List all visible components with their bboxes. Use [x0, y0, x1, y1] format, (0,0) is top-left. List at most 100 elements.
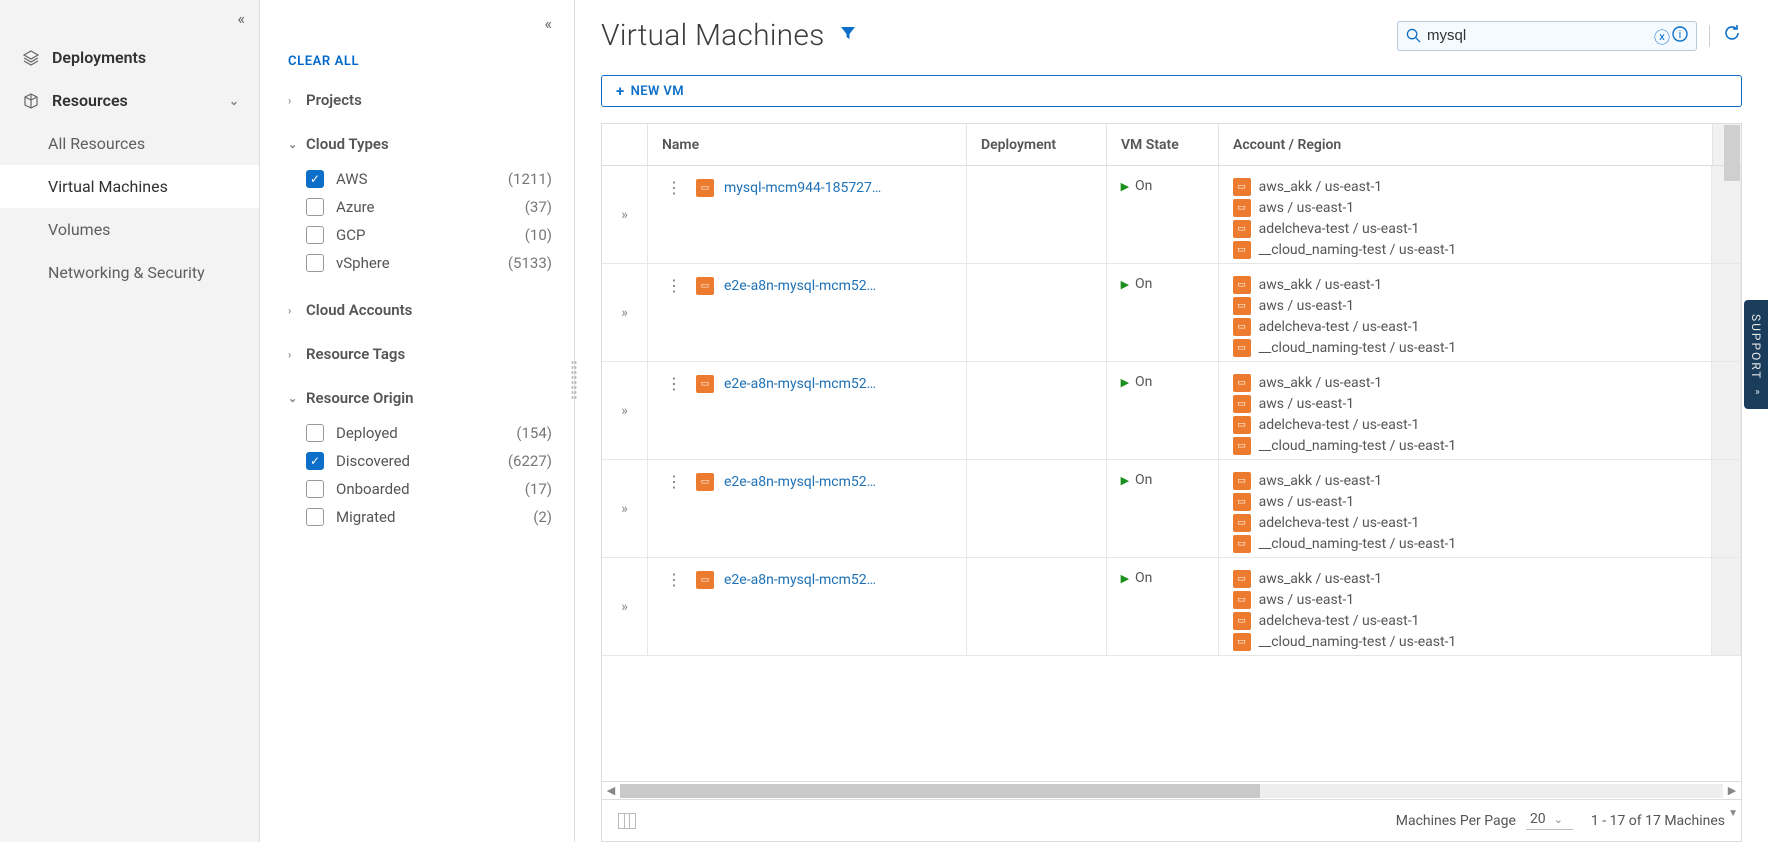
refresh-icon[interactable] — [1722, 23, 1742, 48]
filter-resource-tags-header[interactable]: › Resource Tags — [288, 339, 552, 369]
checkbox-icon — [306, 480, 324, 498]
aws-icon — [696, 277, 714, 295]
cell-deployment — [967, 558, 1107, 655]
filter-option-cloudtype-0[interactable]: ✓AWS(1211) — [306, 165, 552, 193]
vm-name-link[interactable]: e2e-a8n-mysql-mcm52… — [724, 278, 876, 294]
grid-footer: Machines Per Page 20 ⌄ 1 - 17 of 17 Mach… — [602, 799, 1741, 841]
checkbox-icon — [306, 254, 324, 272]
filter-option-count: (154) — [516, 424, 552, 442]
new-vm-label: NEW VM — [631, 84, 684, 99]
clear-all-filters[interactable]: CLEAR ALL — [288, 54, 552, 69]
expand-row-icon[interactable]: » — [602, 362, 648, 459]
search-input[interactable] — [1421, 27, 1652, 44]
resources-icon — [20, 93, 42, 109]
filter-option-count: (5133) — [508, 254, 552, 272]
nav-volumes[interactable]: Volumes — [0, 208, 259, 251]
vertical-scrollbar[interactable] — [1724, 125, 1740, 181]
nav-all-resources[interactable]: All Resources — [0, 122, 259, 165]
row-actions-icon[interactable]: ⋮ — [662, 276, 686, 295]
nav-collapse-icon[interactable]: « — [237, 9, 245, 28]
vm-name-link[interactable]: mysql-mcm944-185727… — [724, 180, 881, 196]
col-name[interactable]: Name — [648, 124, 967, 165]
filter-option-origin-3[interactable]: Migrated(2) — [306, 503, 552, 531]
account-line: aws_akk / us-east-1 — [1233, 374, 1457, 392]
vm-name-link[interactable]: e2e-a8n-mysql-mcm52… — [724, 572, 876, 588]
filter-cloud-types-header[interactable]: ⌄ Cloud Types — [288, 129, 552, 159]
nav-resources-label: Resources — [52, 91, 128, 110]
account-line: __cloud_naming-test / us-east-1 — [1233, 241, 1457, 259]
grid-row: »⋮e2e-a8n-mysql-mcm52…▶Onaws_akk / us-ea… — [602, 558, 1741, 656]
search-icon — [1406, 28, 1421, 43]
nav-virtual-machines[interactable]: Virtual Machines — [0, 165, 259, 208]
nav-deployments[interactable]: Deployments — [0, 36, 259, 79]
col-vm-state[interactable]: VM State — [1107, 124, 1219, 165]
nav-resources[interactable]: Resources ⌄ — [0, 79, 259, 122]
row-actions-icon[interactable]: ⋮ — [662, 178, 686, 197]
expand-row-icon[interactable]: » — [602, 264, 648, 361]
per-page-select[interactable]: 20 ⌄ — [1526, 811, 1573, 830]
filter-option-count: (6227) — [508, 452, 552, 470]
aws-icon — [1233, 416, 1251, 434]
info-icon[interactable]: i — [1672, 26, 1688, 46]
page-title: Virtual Machines — [601, 18, 825, 53]
chevron-down-icon: ⌄ — [288, 392, 306, 405]
account-list: aws_akk / us-east-1aws / us-east-1adelch… — [1233, 472, 1457, 553]
vm-name-link[interactable]: e2e-a8n-mysql-mcm52… — [724, 474, 876, 490]
filter-option-label: AWS — [336, 170, 508, 188]
aws-icon — [1233, 612, 1251, 630]
support-tab[interactable]: SUPPORT « — [1744, 300, 1768, 409]
filter-projects-header[interactable]: › Projects — [288, 85, 552, 115]
aws-icon — [1233, 220, 1251, 238]
row-actions-icon[interactable]: ⋮ — [662, 472, 686, 491]
vm-name-link[interactable]: e2e-a8n-mysql-mcm52… — [724, 376, 876, 392]
filter-option-origin-1[interactable]: ✓Discovered(6227) — [306, 447, 552, 475]
svg-text:i: i — [1679, 28, 1682, 41]
filter-option-label: Onboarded — [336, 480, 525, 498]
plus-icon: + — [616, 82, 625, 100]
grid-row: »⋮e2e-a8n-mysql-mcm52…▶Onaws_akk / us-ea… — [602, 362, 1741, 460]
play-icon: ▶ — [1121, 278, 1129, 291]
horizontal-scrollbar[interactable]: ◀ ▶ — [602, 781, 1741, 799]
row-actions-icon[interactable]: ⋮ — [662, 374, 686, 393]
aws-icon — [1233, 472, 1251, 490]
filter-option-label: GCP — [336, 226, 525, 244]
vm-state: ▶On — [1121, 276, 1153, 292]
filter-option-origin-2[interactable]: Onboarded(17) — [306, 475, 552, 503]
account-line: adelcheva-test / us-east-1 — [1233, 612, 1457, 630]
account-line: aws / us-east-1 — [1233, 493, 1457, 511]
row-actions-icon[interactable]: ⋮ — [662, 570, 686, 589]
filter-option-cloudtype-1[interactable]: Azure(37) — [306, 193, 552, 221]
filter-option-count: (10) — [525, 226, 552, 244]
col-account-region[interactable]: Account / Region — [1219, 124, 1713, 165]
filters-collapse-icon[interactable]: « — [544, 14, 552, 36]
clear-search-icon[interactable]: ⓧ — [1652, 24, 1672, 48]
checkbox-icon — [306, 226, 324, 244]
column-picker-icon[interactable] — [618, 813, 636, 829]
aws-icon — [1233, 241, 1251, 259]
expand-row-icon[interactable]: » — [602, 558, 648, 655]
filter-option-cloudtype-3[interactable]: vSphere(5133) — [306, 249, 552, 277]
col-deployment[interactable]: Deployment — [967, 124, 1107, 165]
nav-networking-security[interactable]: Networking & Security — [0, 251, 259, 294]
aws-icon — [1233, 297, 1251, 315]
new-vm-button[interactable]: + NEW VM — [601, 75, 1742, 107]
filter-option-cloudtype-2[interactable]: GCP(10) — [306, 221, 552, 249]
expand-row-icon[interactable]: » — [602, 166, 648, 263]
account-line: __cloud_naming-test / us-east-1 — [1233, 535, 1457, 553]
filter-option-origin-0[interactable]: Deployed(154) — [306, 419, 552, 447]
filter-cloud-accounts-label: Cloud Accounts — [306, 301, 412, 319]
expand-row-icon[interactable]: » — [602, 460, 648, 557]
account-line: __cloud_naming-test / us-east-1 — [1233, 633, 1457, 651]
search-box[interactable]: ⓧ i — [1397, 21, 1697, 51]
aws-icon — [1233, 633, 1251, 651]
account-line: aws / us-east-1 — [1233, 591, 1457, 609]
account-line: aws / us-east-1 — [1233, 199, 1457, 217]
filter-resource-origin-header[interactable]: ⌄ Resource Origin — [288, 383, 552, 413]
aws-icon — [1233, 178, 1251, 196]
scroll-down-icon[interactable]: ▼ — [1728, 808, 1738, 819]
filter-option-count: (2) — [533, 508, 552, 526]
account-list: aws_akk / us-east-1aws / us-east-1adelch… — [1233, 276, 1457, 357]
filter-icon[interactable] — [839, 24, 857, 47]
aws-icon — [1233, 535, 1251, 553]
filter-cloud-accounts-header[interactable]: › Cloud Accounts — [288, 295, 552, 325]
